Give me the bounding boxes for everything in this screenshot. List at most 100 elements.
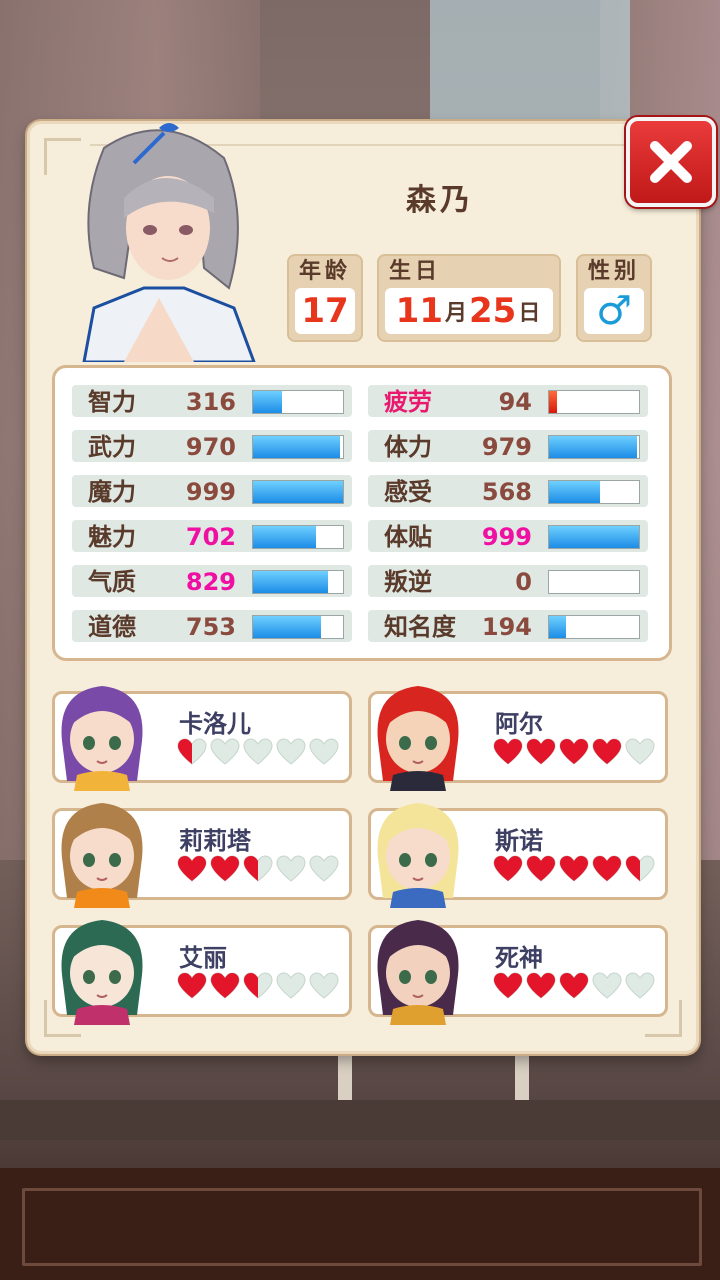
heart-empty-icon [625, 972, 655, 999]
stat-row: 疲劳 94 [368, 385, 648, 417]
stat-bar [252, 390, 344, 414]
stat-bar-fill [549, 436, 638, 458]
stat-value: 316 [185, 388, 236, 416]
relation-name: 艾丽 [179, 944, 227, 972]
stat-value: 829 [185, 568, 236, 596]
heart-full-icon [493, 855, 523, 882]
heart-full-icon [177, 972, 207, 999]
avatar [61, 686, 143, 791]
close-icon [650, 141, 692, 183]
stat-value: 194 [481, 613, 532, 641]
heart-full-icon [210, 855, 240, 882]
stat-name: 智力 [88, 388, 136, 416]
close-button[interactable] [626, 117, 716, 207]
stat-bar-fill [253, 481, 343, 503]
stat-bar-fill [253, 571, 328, 593]
heart-empty-icon [276, 855, 306, 882]
male-symbol-icon: ♂ [596, 288, 632, 334]
stat-bar [252, 615, 344, 639]
affection-hearts [493, 972, 655, 1000]
stat-name: 体贴 [384, 523, 432, 551]
stat-name: 气质 [88, 568, 136, 596]
heart-full-icon [559, 855, 589, 882]
bottom-bar-frame [22, 1188, 702, 1266]
avatar [61, 803, 143, 908]
bottom-bar [0, 1168, 720, 1280]
heart-full-icon [559, 972, 589, 999]
stat-name: 体力 [384, 433, 432, 461]
birthday-month: 11 [395, 291, 443, 331]
stat-bar [548, 615, 640, 639]
heart-empty-icon [210, 738, 240, 765]
relation-name: 死神 [495, 944, 543, 972]
heart-full-icon [493, 738, 523, 765]
stat-bar-fill [253, 391, 282, 413]
affection-hearts [493, 855, 655, 883]
stat-row: 魔力 999 [72, 475, 352, 507]
heart-half-icon [625, 855, 655, 882]
avatar [377, 686, 459, 791]
stat-row: 气质 829 [72, 565, 352, 597]
stat-row: 感受 568 [368, 475, 648, 507]
relation-name: 斯诺 [495, 827, 543, 855]
stat-value: 0 [515, 568, 532, 596]
heart-half-icon [177, 738, 207, 765]
stat-bar-fill [253, 526, 316, 548]
gender-box: 性别 ♂ [576, 254, 652, 342]
heart-empty-icon [625, 738, 655, 765]
stat-name: 魅力 [88, 523, 136, 551]
character-name: 森乃 [406, 183, 474, 218]
heart-full-icon [559, 738, 589, 765]
heart-half-icon [243, 855, 273, 882]
stat-name: 叛逆 [384, 568, 432, 596]
birthday-box: 生日 11 月 25 日 [377, 254, 561, 342]
stats-box: 智力 316 武力 970 魔力 999 魅力 702 气质 829 道德 753 疲劳 94 体力 979… [52, 365, 672, 661]
stat-bar [548, 435, 640, 459]
stat-value: 999 [481, 523, 532, 551]
stat-row: 叛逆 0 [368, 565, 648, 597]
avatar [377, 803, 459, 908]
stat-row: 体力 979 [368, 430, 648, 462]
stat-row: 体贴 999 [368, 520, 648, 552]
avatar [377, 920, 459, 1025]
affection-hearts [177, 855, 339, 883]
heart-full-icon [592, 855, 622, 882]
stat-row: 道德 753 [72, 610, 352, 642]
stat-value: 94 [498, 388, 532, 416]
heart-empty-icon [592, 972, 622, 999]
stat-bar [548, 480, 640, 504]
stat-bar-fill [549, 616, 567, 638]
gender-value-box: ♂ [584, 288, 644, 334]
stat-bar-fill [549, 391, 558, 413]
gender-label: 性别 [588, 259, 641, 284]
stat-bar-fill [253, 616, 321, 638]
heart-full-icon [526, 738, 556, 765]
stat-bar [252, 480, 344, 504]
stat-name: 疲劳 [384, 388, 432, 416]
relation-name: 阿尔 [495, 710, 543, 738]
background-window [430, 0, 630, 120]
relation-name: 卡洛儿 [179, 710, 251, 738]
stat-name: 道德 [88, 613, 136, 641]
relation-name: 莉莉塔 [179, 827, 251, 855]
heart-full-icon [526, 972, 556, 999]
stat-bar [548, 525, 640, 549]
heart-full-icon [210, 972, 240, 999]
heart-empty-icon [309, 738, 339, 765]
age-box: 年龄 17 [287, 254, 363, 342]
stat-bar [252, 525, 344, 549]
stat-bar-fill [253, 436, 341, 458]
character-portrait [82, 123, 256, 362]
birthday-value-box: 11 月 25 日 [385, 288, 553, 334]
stat-row: 智力 316 [72, 385, 352, 417]
age-value-box: 17 [295, 288, 355, 334]
stat-value: 979 [481, 433, 532, 461]
stat-bar [548, 390, 640, 414]
stat-value: 753 [185, 613, 236, 641]
affection-hearts [177, 738, 339, 766]
stat-name: 魔力 [88, 478, 136, 506]
stat-name: 感受 [384, 478, 432, 506]
stat-bar-fill [549, 526, 639, 548]
stat-name: 知名度 [384, 613, 456, 641]
birthday-day-unit: 日 [518, 301, 541, 326]
